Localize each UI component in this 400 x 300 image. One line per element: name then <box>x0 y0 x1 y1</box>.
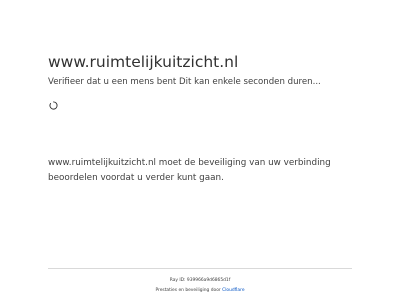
loading-spinner-icon <box>49 101 58 110</box>
verify-message: Verifieer dat u een mens bent Dit kan en… <box>48 77 321 87</box>
cloudflare-link[interactable]: Cloudflare <box>222 288 244 293</box>
performance-credit: Prestaties en beveiliging door Cloudflar… <box>48 286 352 296</box>
main-content: www.ruimtelijkuitzicht.nl Verifieer dat … <box>48 52 358 88</box>
challenge-page: www.ruimtelijkuitzicht.nl Verifieer dat … <box>0 0 400 300</box>
ray-id: Ray ID: 939966a9d6865d1f <box>169 278 231 283</box>
provided-by-text: Prestaties en beveiliging door <box>155 288 221 293</box>
footer-divider <box>48 268 352 269</box>
footer: Ray ID: 939966a9d6865d1f Prestaties en b… <box>48 276 352 296</box>
page-title: www.ruimtelijkuitzicht.nl <box>48 53 239 71</box>
security-message: www.ruimtelijkuitzicht.nl moet de beveil… <box>48 158 331 183</box>
